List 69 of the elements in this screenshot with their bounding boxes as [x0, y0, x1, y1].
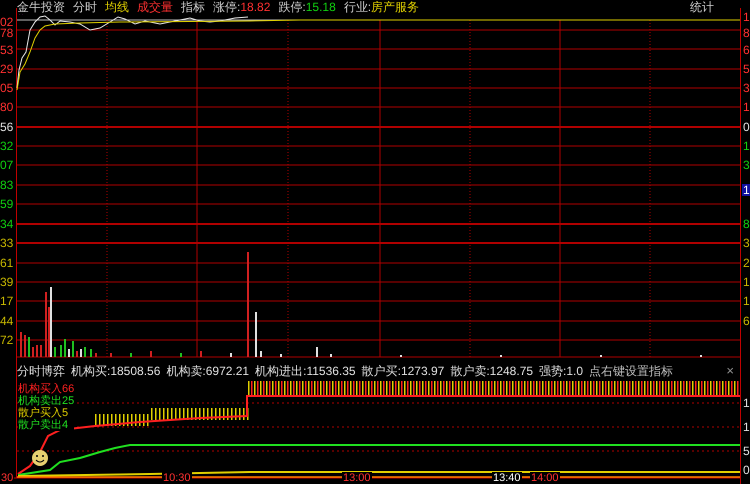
percent-axis-label: 6: [742, 44, 750, 56]
time-axis-label: 10:30: [162, 472, 192, 484]
limit-value: 18.82: [240, 0, 270, 14]
price-axis-label: 53: [0, 44, 14, 56]
limit-label: 涨停:: [213, 0, 240, 14]
price-axis-label: 07: [0, 159, 14, 171]
indicator-axis-label: 5: [743, 445, 750, 457]
volume-axis-label: 3: [743, 237, 750, 249]
price-axis-label: 05: [0, 82, 14, 94]
toolbar-item[interactable]: 成交量: [137, 0, 173, 14]
stats-button[interactable]: 统计: [690, 0, 714, 14]
percent-axis-label: 1: [742, 184, 750, 196]
percent-axis-label: 0: [742, 121, 750, 133]
limit-label: 跌停:: [278, 0, 306, 14]
toolbar-item[interactable]: 分时: [73, 0, 97, 14]
price-axis-label: 56: [0, 121, 14, 133]
legend-label: 散户买入5: [18, 407, 70, 419]
price-axis-label: 02: [0, 16, 14, 28]
volume-axis-label: 72: [0, 334, 14, 346]
close-button[interactable]: ×: [726, 364, 734, 378]
indicator-value: 强势:1.0: [539, 364, 584, 378]
price-axis-label: 80: [0, 101, 14, 113]
volume-axis-label: 6: [743, 315, 750, 327]
volume-axis-label: 1: [743, 295, 750, 307]
price-axis-label: 34: [0, 218, 14, 230]
time-axis-label: 30: [0, 472, 14, 484]
volume-axis-label: 2: [743, 257, 750, 269]
percent-axis-label: 8: [742, 218, 750, 230]
toolbar-item[interactable]: 金牛投资: [17, 0, 65, 14]
toolbar-item[interactable]: 指标: [181, 0, 205, 14]
price-axis-label: 78: [0, 27, 14, 39]
time-axis-label: 14:00: [530, 472, 560, 484]
percent-axis-label: 8: [742, 27, 750, 39]
industry-value: 房产服务: [371, 0, 420, 14]
limit-value: 15.18: [306, 0, 336, 14]
indicator-value: 散户买:1273.97: [362, 364, 444, 378]
volume-axis-label: 39: [0, 276, 14, 288]
price-axis-label: 83: [0, 179, 14, 191]
volume-axis-label: 44: [0, 315, 14, 327]
price-axis-label: 32: [0, 140, 14, 152]
percent-axis-label: 1: [742, 11, 750, 23]
smiley-icon: [32, 450, 48, 466]
percent-axis-label: 3: [742, 159, 750, 171]
indicator-hint: 点右键设置指标: [589, 364, 674, 378]
percent-axis-label: 5: [742, 63, 750, 75]
volume-axis-label: 17: [0, 295, 14, 307]
legend-label: 机构买入66: [18, 383, 74, 395]
volume-axis-label: 33: [0, 237, 14, 249]
percent-axis-label: 3: [742, 82, 750, 94]
time-axis-label: 13:40: [492, 472, 522, 484]
indicator-axis-label: 1: [743, 397, 750, 409]
legend-label: 散户卖出4: [18, 419, 70, 431]
volume-axis-label: 61: [0, 257, 14, 269]
percent-axis-label: 1: [742, 140, 750, 152]
indicator-value: 机构卖:6972.21: [166, 364, 250, 378]
percent-axis-label: 1: [742, 101, 750, 113]
indicator-value: 机构进出:11536.35: [255, 364, 356, 378]
indicator-value: 机构买:18508.56: [71, 364, 160, 378]
indicator-axis-label: 1: [743, 421, 750, 433]
volume-axis-label: 1: [743, 276, 750, 288]
toolbar-item[interactable]: 均线: [105, 0, 129, 14]
price-axis-label: 59: [0, 198, 14, 210]
indicator-name: 分时博弈: [17, 364, 65, 378]
indicator-axis-label: 0: [743, 464, 750, 476]
price-axis-label: 29: [0, 63, 14, 75]
industry-label: 行业:: [344, 0, 372, 14]
time-axis-label: 13:00: [342, 472, 372, 484]
indicator-value: 散户卖:1248.75: [450, 364, 534, 378]
legend-label: 机构卖出25: [18, 395, 74, 407]
